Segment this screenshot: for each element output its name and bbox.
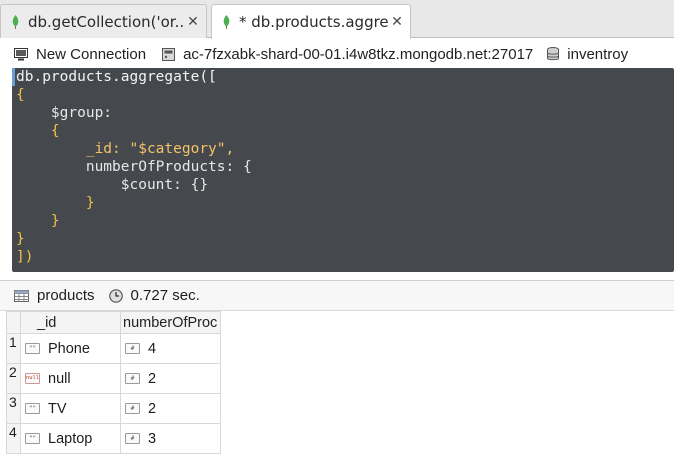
column-header-count[interactable]: numberOfProc	[120, 311, 221, 334]
query-time: 0.727 sec.	[108, 287, 200, 304]
row-number: 3	[6, 393, 21, 424]
clock-icon	[108, 288, 123, 303]
results-grid[interactable]: _id numberOfProc 1 "" Phone #4 2 null null…	[0, 310, 674, 459]
cell-count[interactable]: 3	[148, 431, 156, 447]
results-header: products 0.727 sec.	[0, 280, 674, 310]
computer-icon	[14, 47, 28, 60]
code-line: $count: {}	[16, 177, 209, 193]
code-line: _id: "$category",	[16, 141, 235, 157]
close-icon[interactable]: ✕	[388, 14, 406, 30]
cell-id[interactable]: TV	[48, 401, 67, 417]
server-icon	[162, 47, 176, 61]
query-code: db.products.aggregate([ { $group: { _id:…	[16, 68, 252, 266]
column-header-id[interactable]: _id	[20, 311, 121, 334]
results-table: _id numberOfProc 1 "" Phone #4 2 null null…	[6, 311, 221, 454]
tab-getcollection[interactable]: db.getCollection('or... ✕	[0, 4, 207, 38]
table-icon	[14, 289, 29, 302]
table-row[interactable]: 2 null null #2	[6, 363, 221, 394]
null-type-icon: null	[25, 373, 40, 384]
table-row[interactable]: 4 "" Laptop #3	[6, 423, 221, 454]
code-line: db.products.aggregate([	[16, 69, 217, 85]
cell-id[interactable]: null	[48, 371, 71, 387]
close-icon[interactable]: ✕	[184, 14, 202, 30]
query-editor[interactable]: db.products.aggregate([ { $group: { _id:…	[12, 68, 674, 272]
cell-id[interactable]: Phone	[48, 341, 90, 357]
row-number: 1	[6, 333, 21, 364]
tab-bar: db.getCollection('or... ✕ * db.products.…	[0, 0, 674, 39]
server-address-label: ac-7fzxabk-shard-00-01.i4w8tkz.mongodb.n…	[183, 45, 534, 63]
string-type-icon: ""	[25, 403, 40, 414]
row-number-header	[6, 311, 21, 334]
code-line: ])	[16, 249, 34, 265]
code-line: $group:	[16, 105, 113, 121]
code-line: {	[16, 123, 60, 139]
database-name-label: inventroy	[567, 45, 629, 63]
connection-bar: New Connection ac-7fzxabk-shard-00-01.i4…	[0, 39, 674, 69]
tab-aggregate[interactable]: * db.products.aggreg... ✕	[211, 4, 411, 39]
cell-id[interactable]: Laptop	[48, 431, 92, 447]
string-type-icon: ""	[25, 433, 40, 444]
result-collection-label: products	[37, 287, 95, 304]
tab-label: db.getCollection('or...	[28, 12, 184, 31]
code-line: }	[16, 195, 95, 211]
result-collection: products	[14, 287, 95, 304]
cell-count[interactable]: 2	[148, 371, 156, 387]
table-row[interactable]: 1 "" Phone #4	[6, 333, 221, 364]
code-line: }	[16, 231, 25, 247]
cell-count[interactable]: 2	[148, 401, 156, 417]
number-type-icon: #	[125, 343, 140, 354]
connection-name[interactable]: New Connection	[14, 46, 146, 63]
number-type-icon: #	[125, 433, 140, 444]
string-type-icon: ""	[25, 343, 40, 354]
connection-name-label: New Connection	[36, 45, 147, 63]
current-line-marker	[12, 68, 15, 86]
number-type-icon: #	[125, 403, 140, 414]
database-icon	[547, 47, 560, 61]
tab-label: * db.products.aggreg...	[239, 13, 388, 31]
code-line: {	[16, 87, 25, 103]
database-name[interactable]: inventroy	[547, 46, 628, 63]
row-number: 4	[6, 423, 21, 454]
query-time-label: 0.727 sec.	[130, 287, 200, 304]
number-type-icon: #	[125, 373, 140, 384]
mongodb-leaf-icon	[223, 15, 230, 29]
table-row[interactable]: 3 "" TV #2	[6, 393, 221, 424]
row-number: 2	[6, 363, 21, 394]
code-line: numberOfProducts: {	[16, 159, 252, 175]
mongodb-leaf-icon	[12, 14, 19, 29]
code-line: }	[16, 213, 60, 229]
header-row: _id numberOfProc	[6, 311, 221, 334]
server-address[interactable]: ac-7fzxabk-shard-00-01.i4w8tkz.mongodb.n…	[162, 46, 533, 63]
cell-count[interactable]: 4	[148, 341, 156, 357]
